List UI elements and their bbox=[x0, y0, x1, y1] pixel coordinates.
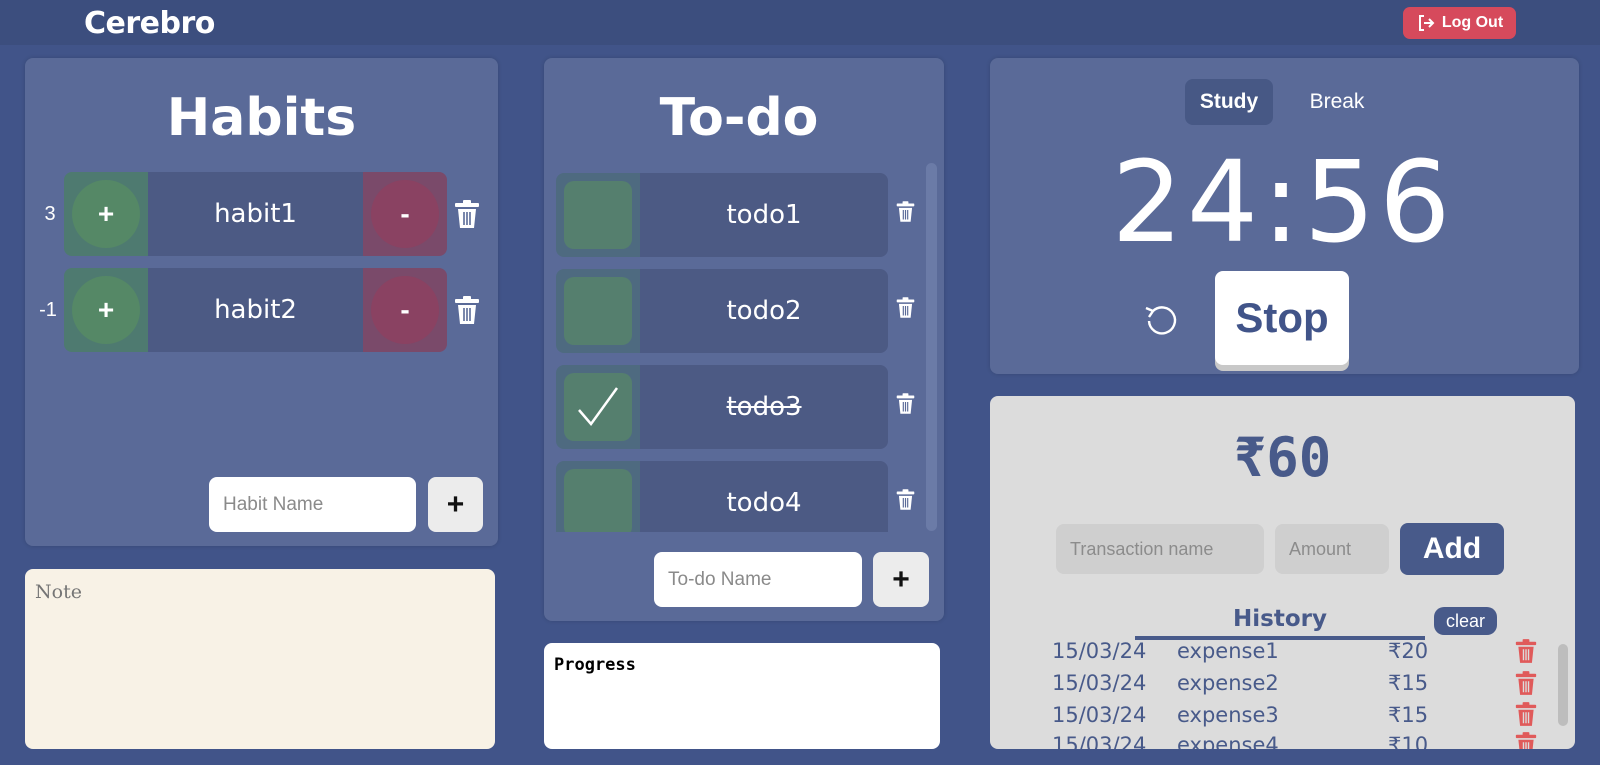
habit-name-input[interactable] bbox=[209, 477, 416, 532]
history-date: 15/03/24 bbox=[1052, 639, 1147, 663]
habit-name: habit2 bbox=[148, 268, 363, 352]
plus-label: + bbox=[72, 276, 140, 344]
logout-label: Log Out bbox=[1441, 14, 1504, 31]
add-todo-button[interactable]: + bbox=[873, 552, 929, 607]
habit-name: habit1 bbox=[148, 172, 363, 256]
trash-icon[interactable] bbox=[896, 297, 915, 318]
amount-input[interactable] bbox=[1275, 524, 1389, 574]
todo-row: todo2 bbox=[556, 269, 888, 353]
history-name: expense2 bbox=[1177, 671, 1279, 695]
history-row: 15/03/24 expense3 ₹15 bbox=[1052, 703, 1542, 733]
add-habit-button[interactable]: + bbox=[428, 477, 483, 532]
habit-increment-button[interactable]: + bbox=[64, 268, 148, 352]
mode-break-tab[interactable]: Break bbox=[1293, 79, 1381, 125]
history-name: expense1 bbox=[1177, 639, 1279, 663]
trash-icon[interactable] bbox=[1515, 702, 1537, 726]
checkbox-square bbox=[564, 469, 632, 532]
progress-label: Progress bbox=[554, 655, 636, 675]
reset-icon[interactable] bbox=[1143, 302, 1179, 338]
minus-label: - bbox=[371, 276, 439, 344]
habit-increment-button[interactable]: + bbox=[64, 172, 148, 256]
trash-icon[interactable] bbox=[1515, 639, 1537, 663]
progress-area[interactable]: Progress bbox=[544, 643, 940, 749]
stop-button[interactable]: Stop bbox=[1215, 271, 1349, 365]
todo-scrollbar[interactable] bbox=[926, 163, 937, 531]
todo-row: todo4 bbox=[556, 461, 888, 532]
balance-amount: ₹60 bbox=[1233, 426, 1332, 489]
history-name: expense4 bbox=[1177, 733, 1279, 749]
todo-name: todo1 bbox=[640, 173, 888, 257]
todo-list: todo1 todo2 todo3 todo4 bbox=[544, 166, 934, 532]
add-transaction-button[interactable]: Add bbox=[1400, 523, 1504, 575]
transaction-name-input[interactable] bbox=[1056, 524, 1264, 574]
timer-display: 24:56 bbox=[1111, 138, 1455, 268]
habit-decrement-button[interactable]: - bbox=[363, 268, 447, 352]
todo-name-input[interactable] bbox=[654, 552, 862, 607]
trash-icon[interactable] bbox=[1515, 732, 1537, 749]
trash-icon[interactable] bbox=[1515, 671, 1537, 695]
expense-panel: ₹60 Add History clear 15/03/24 expense1 … bbox=[990, 396, 1575, 749]
checkbox-square bbox=[564, 373, 632, 441]
trash-icon[interactable] bbox=[454, 200, 480, 228]
history-amount: ₹15 bbox=[1388, 671, 1429, 695]
plus-label: + bbox=[72, 180, 140, 248]
history-amount: ₹20 bbox=[1388, 639, 1429, 663]
todo-row: todo3 bbox=[556, 365, 888, 449]
habits-title: Habits bbox=[166, 88, 357, 148]
trash-icon[interactable] bbox=[454, 296, 480, 324]
top-bar bbox=[0, 0, 1600, 45]
todo-title: To-do bbox=[659, 88, 819, 148]
trash-icon[interactable] bbox=[896, 489, 915, 510]
habit-row: + habit1 - bbox=[64, 172, 447, 256]
todo-name: todo4 bbox=[640, 461, 888, 532]
todo-name: todo3 bbox=[640, 365, 888, 449]
trash-icon[interactable] bbox=[896, 393, 915, 414]
mode-study-tab[interactable]: Study bbox=[1185, 79, 1273, 125]
history-row: 15/03/24 expense2 ₹15 bbox=[1052, 671, 1542, 701]
history-date: 15/03/24 bbox=[1052, 703, 1147, 727]
habit-count: -1 bbox=[39, 299, 57, 321]
history-row: 15/03/24 expense4 ₹10 bbox=[1052, 733, 1542, 749]
habit-decrement-button[interactable]: - bbox=[363, 172, 447, 256]
history-date: 15/03/24 bbox=[1052, 671, 1147, 695]
history-amount: ₹10 bbox=[1388, 733, 1429, 749]
checkbox-square bbox=[564, 277, 632, 345]
history-row: 15/03/24 expense1 ₹20 bbox=[1052, 639, 1542, 669]
logout-button[interactable]: Log Out bbox=[1403, 7, 1516, 39]
habit-row: + habit2 - bbox=[64, 268, 447, 352]
minus-label: - bbox=[371, 180, 439, 248]
clear-history-button[interactable]: clear bbox=[1434, 607, 1497, 635]
history-date: 15/03/24 bbox=[1052, 733, 1147, 749]
todo-checkbox[interactable] bbox=[556, 173, 640, 257]
todo-row: todo1 bbox=[556, 173, 888, 257]
checkbox-square bbox=[564, 181, 632, 249]
todo-name: todo2 bbox=[640, 269, 888, 353]
history-amount: ₹15 bbox=[1388, 703, 1429, 727]
check-icon bbox=[578, 387, 619, 427]
history-title: History bbox=[1135, 606, 1425, 640]
history-name: expense3 bbox=[1177, 703, 1279, 727]
app-title: Cerebro bbox=[84, 6, 215, 41]
logout-icon bbox=[1418, 15, 1435, 31]
history-scrollbar[interactable] bbox=[1558, 644, 1568, 726]
todo-checkbox[interactable] bbox=[556, 365, 640, 449]
note-textarea[interactable] bbox=[25, 569, 495, 749]
todo-checkbox[interactable] bbox=[556, 461, 640, 532]
todo-checkbox[interactable] bbox=[556, 269, 640, 353]
trash-icon[interactable] bbox=[896, 201, 915, 222]
